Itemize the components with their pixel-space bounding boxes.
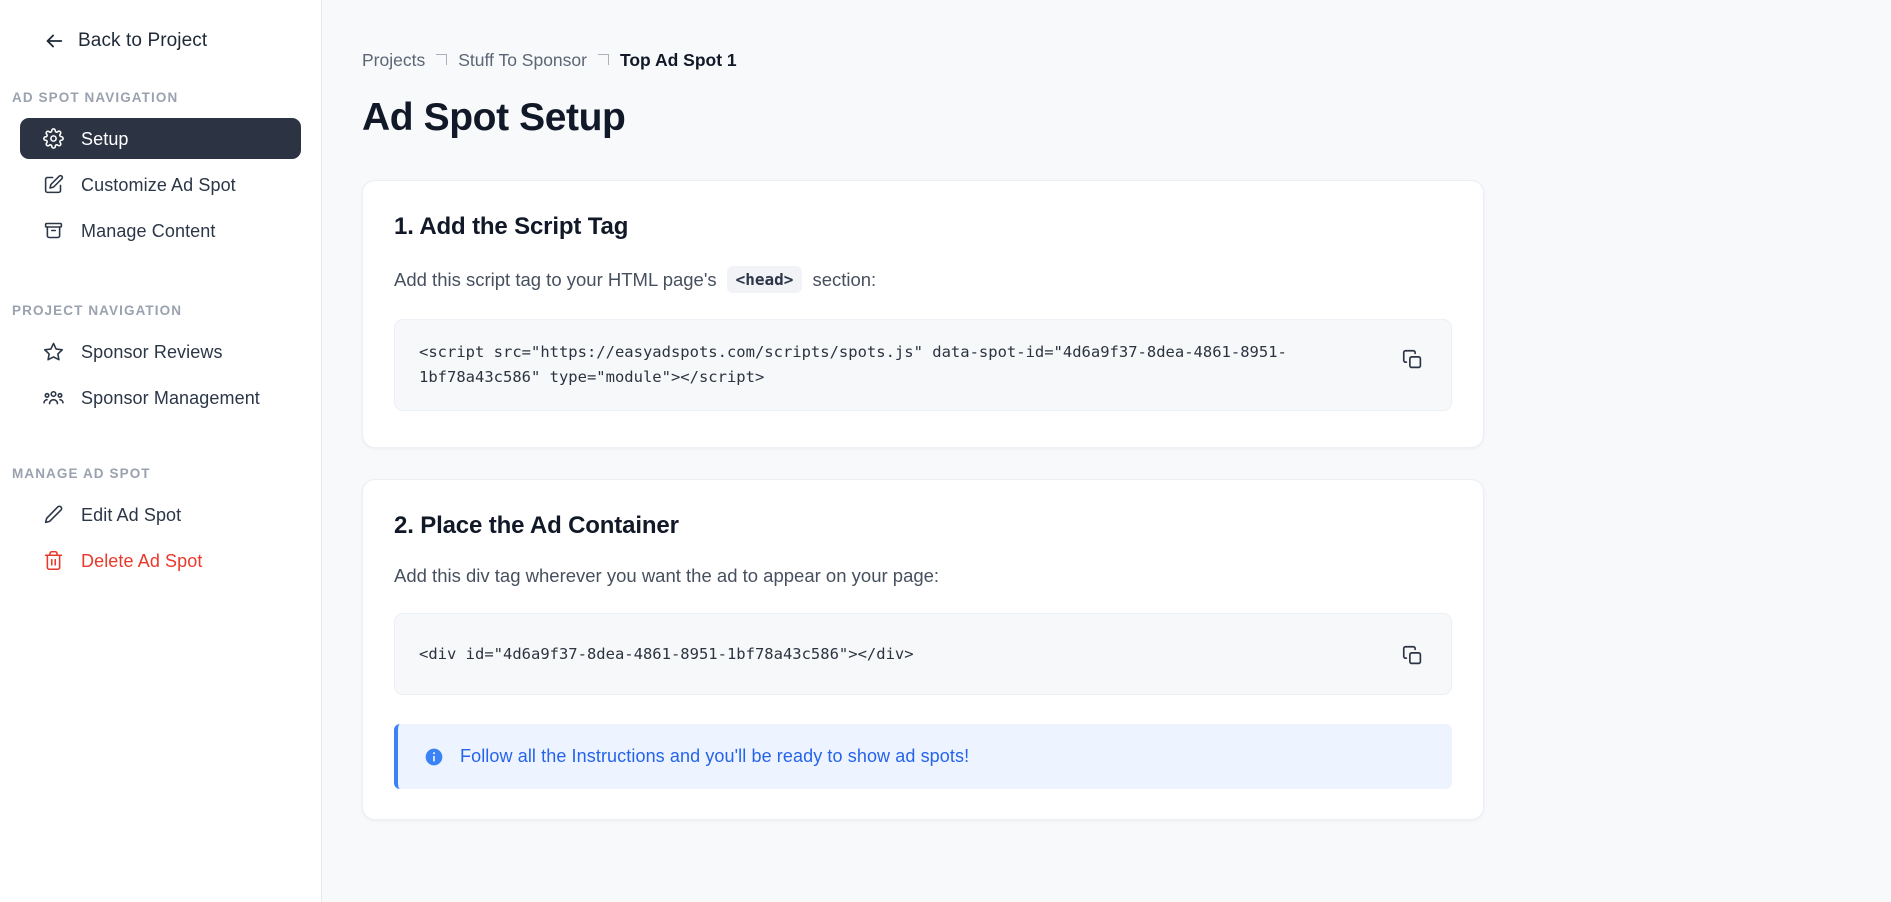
info-circle-icon <box>425 748 443 766</box>
gear-icon <box>43 128 64 149</box>
chevron-corner-icon <box>597 54 609 65</box>
step-description: Add this div tag wherever you want the a… <box>394 565 940 587</box>
arrow-left-icon <box>46 34 63 48</box>
copy-div-tag-button[interactable] <box>1395 638 1429 672</box>
archive-box-icon <box>44 222 63 239</box>
sidebar-group-title: AD SPOT NAVIGATION <box>12 90 179 105</box>
sidebar-item-manage-content[interactable]: Manage Content <box>20 210 301 251</box>
chevron-corner-icon <box>436 54 448 65</box>
sidebar-item-label: Sponsor Management <box>81 387 260 408</box>
pencil-icon <box>44 505 63 524</box>
trash-icon <box>44 550 63 571</box>
app-root: Back to Project AD SPOT NAVIGATION Setup <box>0 0 1891 902</box>
back-to-project-button[interactable]: Back to Project <box>0 0 321 54</box>
sidebar-item-delete-ad-spot[interactable]: Delete Ad Spot <box>20 540 301 581</box>
breadcrumb-item-projects[interactable]: Projects <box>362 50 425 71</box>
info-banner-text: Follow all the Instructions and you'll b… <box>460 746 970 767</box>
code-block-div-tag: <div id="4d6a9f37-8dea-4861-8951-1bf78a4… <box>394 613 1452 696</box>
code-block-script-tag: <script src="https://easyadspots.com/scr… <box>394 319 1452 412</box>
sidebar-item-label: Customize Ad Spot <box>81 174 236 195</box>
sidebar-group-items: Edit Ad Spot Delete Ad Spot <box>0 494 321 581</box>
breadcrumb: Projects Stuff To Sponsor Top Ad Spot 1 <box>322 0 1891 71</box>
users-group-icon <box>43 390 64 405</box>
sidebar-item-label: Setup <box>81 128 129 149</box>
sidebar-item-label: Delete Ad Spot <box>81 550 203 571</box>
copy-icon <box>1402 349 1421 368</box>
breadcrumb-item-stuff-to-sponsor[interactable]: Stuff To Sponsor <box>458 50 587 71</box>
breadcrumb-item-current: Top Ad Spot 1 <box>619 50 737 70</box>
sidebar: Back to Project AD SPOT NAVIGATION Setup <box>0 0 322 902</box>
step-description-after: section: <box>812 268 877 290</box>
sidebar-item-label: Edit Ad Spot <box>81 504 182 525</box>
info-banner: Follow all the Instructions and you'll b… <box>394 724 1452 790</box>
step-title: 2. Place the Ad Container <box>394 512 679 540</box>
code-snippet-div-tag: <div id="4d6a9f37-8dea-4861-8951-1bf78a4… <box>419 644 914 663</box>
star-icon <box>43 342 64 361</box>
page-title: Ad Spot Setup <box>362 96 626 139</box>
back-to-project-label: Back to Project <box>78 30 208 51</box>
inline-code-head: <head> <box>726 266 803 293</box>
sidebar-group-project-navigation: PROJECT NAVIGATION Sponsor Reviews Spons… <box>0 303 321 418</box>
main-content: Projects Stuff To Sponsor Top Ad Spot 1 … <box>322 0 1891 902</box>
sidebar-group-items: Sponsor Reviews Sponsor Management <box>0 331 321 418</box>
sidebar-item-customize-ad-spot[interactable]: Customize Ad Spot <box>20 164 301 205</box>
code-snippet-script-tag: <script src="https://easyadspots.com/scr… <box>419 343 1287 387</box>
sidebar-item-label: Sponsor Reviews <box>81 341 223 362</box>
card-place-ad-container: 2. Place the Ad Container Add this div t… <box>362 479 1484 821</box>
copy-script-tag-button[interactable] <box>1395 342 1429 376</box>
copy-icon <box>1402 645 1421 664</box>
sidebar-group-items: Setup Customize Ad Spot Manage Content <box>0 118 321 251</box>
sidebar-item-sponsor-reviews[interactable]: Sponsor Reviews <box>20 331 301 372</box>
step-description-before: Add this script tag to your HTML page's <box>394 268 717 290</box>
sidebar-item-sponsor-management[interactable]: Sponsor Management <box>20 377 301 418</box>
sidebar-group-title: PROJECT NAVIGATION <box>12 303 183 318</box>
step-title: 1. Add the Script Tag <box>394 213 629 240</box>
sidebar-item-edit-ad-spot[interactable]: Edit Ad Spot <box>20 494 301 535</box>
sidebar-item-setup[interactable]: Setup <box>20 118 301 159</box>
sidebar-group-manage-ad-spot: MANAGE AD SPOT Edit Ad Spot Delete Ad Sp… <box>0 466 321 581</box>
sidebar-item-label: Manage Content <box>81 220 216 241</box>
card-add-script-tag: 1. Add the Script Tag Add this script ta… <box>362 180 1484 449</box>
edit-square-icon <box>44 174 64 194</box>
sidebar-group-title: MANAGE AD SPOT <box>12 466 151 481</box>
step-description: Add this script tag to your HTML page's … <box>394 266 1452 293</box>
sidebar-group-ad-spot-navigation: AD SPOT NAVIGATION Setup Customize Ad Sp… <box>0 90 321 251</box>
